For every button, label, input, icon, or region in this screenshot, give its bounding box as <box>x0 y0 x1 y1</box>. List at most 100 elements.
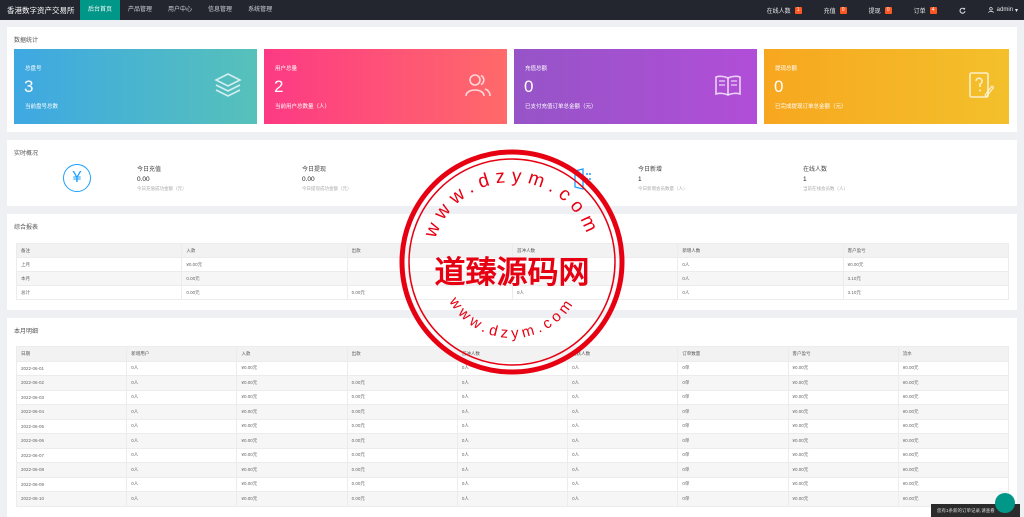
table-cell: 3.10元 <box>842 271 1010 286</box>
nav-info[interactable]: 信息管理 <box>200 0 240 20</box>
table-cell: 2022-06-09 <box>15 476 128 492</box>
detail-table: 日期 新增用户 入款 出款 首冲人数 活跃人数 订单数量 客户盈亏 流水 202… <box>15 346 1010 507</box>
table-cell: ¥0.00元 <box>236 433 348 449</box>
table-cell: ¥0.00元 <box>236 491 348 507</box>
table-cell: 0人 <box>126 360 238 376</box>
table-cell: 0.00元 <box>346 418 458 434</box>
table-cell: 0.00元 <box>181 285 348 300</box>
nav-products[interactable]: 产品管理 <box>120 0 160 20</box>
table-cell: ¥0.00元 <box>897 433 1010 449</box>
table-cell: 0单 <box>677 360 789 376</box>
orders-link[interactable]: 订单 4 <box>914 6 937 15</box>
today-withdraw-name: 今日提现 <box>302 167 327 173</box>
table-cell <box>511 257 679 272</box>
table-cell: 0单 <box>677 462 789 478</box>
table-cell: 0人 <box>677 257 844 272</box>
table-cell: 0人 <box>456 375 569 391</box>
live-overview-panel: 实时概况 ¥ 今日充值 0.00 今日充值成功金额（元） 今日提现 0.00 今… <box>7 140 1017 206</box>
stat-card-users[interactable]: 用户总量 2 当前用户总数量（人） <box>264 49 507 124</box>
table-cell: 0人 <box>567 433 679 449</box>
stats-panel: 数据统计 总盘号 3 当前盘号总数 用户总量 2 当前用户总数量（人） 充值总额… <box>7 27 1017 132</box>
recharge-label: 充值 <box>823 8 836 15</box>
user-icon <box>987 7 994 13</box>
table-cell: ¥0.00元 <box>236 418 348 434</box>
stat-label: 充值总额 <box>525 66 548 72</box>
online-users-badge: 1 <box>794 6 802 14</box>
today-recharge-desc: 今日充值成功金额（元） <box>137 186 187 191</box>
recharge-badge: 0 <box>839 6 847 14</box>
stat-desc: 已支付充值订单总金额（元） <box>525 104 597 110</box>
table-cell: 本月 <box>15 271 183 286</box>
chat-bubble-icon[interactable] <box>995 493 1015 513</box>
stat-card-withdraw[interactable]: 提现总额 0 已完成提现订单总金额（元） <box>764 49 1009 124</box>
table-cell: ¥0.00元 <box>236 462 348 478</box>
stat-card-plates[interactable]: 总盘号 3 当前盘号总数 <box>14 49 257 124</box>
yen-icon: ¥ <box>63 164 91 192</box>
table-cell <box>511 271 679 286</box>
table-cell: 0人 <box>126 404 238 420</box>
stats-title: 数据统计 <box>14 38 39 44</box>
table-cell: 0人 <box>456 447 569 463</box>
table-cell: 0人 <box>126 447 238 463</box>
stack-icon <box>214 73 242 97</box>
col-header: 首冲人数 <box>511 243 679 258</box>
col-header: 订单数量 <box>677 346 789 362</box>
today-withdraw-block: 今日提现 0.00 今日提现成功金额（元） <box>302 164 352 192</box>
table-cell: ¥0.00元 <box>787 389 899 405</box>
table-cell: 0人 <box>567 389 679 405</box>
table-cell: ¥0.00元 <box>897 476 1010 492</box>
table-cell: 0人 <box>126 433 238 449</box>
report-table: 备注 入款 出款 首冲人数 新增人数 客户盈亏 上月 ¥0.00元 0人 ¥0.… <box>15 243 1010 300</box>
member-icon <box>574 168 591 190</box>
col-header: 出款 <box>346 243 513 258</box>
col-header: 出款 <box>346 346 458 362</box>
col-header: 备注 <box>15 243 183 258</box>
stat-value: 0 <box>774 77 784 96</box>
table-cell: 0人 <box>126 418 238 434</box>
brand-title[interactable]: 香港数字资产交易所 <box>0 5 80 16</box>
online-users-link[interactable]: 在线人数 1 <box>767 6 802 15</box>
table-cell: 0.00元 <box>346 476 458 492</box>
table-cell: ¥0.00元 <box>897 389 1010 405</box>
table-cell: 0人 <box>456 389 569 405</box>
table-cell: 0.00元 <box>346 491 458 507</box>
orders-badge: 4 <box>929 6 937 14</box>
stat-value: 2 <box>274 77 284 96</box>
table-cell: 0单 <box>677 491 789 507</box>
table-row: 2022-06-01 0人 ¥0.00元 0人 0人 0单 ¥0.00元 ¥0.00元 <box>15 360 1010 376</box>
stat-card-recharge[interactable]: 充值总额 0 已支付充值订单总金额（元） <box>514 49 757 124</box>
question-icon <box>969 72 994 98</box>
col-header: 入款 <box>181 243 348 258</box>
nav-home[interactable]: 后台首页 <box>80 0 121 20</box>
table-cell: 0人 <box>511 285 679 300</box>
table-cell: 3.10元 <box>842 285 1010 300</box>
stat-value: 0 <box>524 77 534 96</box>
table-cell: 0人 <box>567 418 679 434</box>
online-name: 在线人数 <box>803 167 828 173</box>
stat-label: 提现总额 <box>775 66 798 72</box>
table-cell: 0.00元 <box>346 285 513 300</box>
refresh-button[interactable] <box>959 7 966 14</box>
table-cell: ¥0.00元 <box>897 462 1010 478</box>
nav-system[interactable]: 系统管理 <box>240 0 280 20</box>
withdraw-link[interactable]: 提现 0 <box>869 6 892 15</box>
table-cell: 2022-06-02 <box>15 375 128 391</box>
table-cell: ¥0.00元 <box>236 404 348 420</box>
orders-label: 订单 <box>913 8 926 15</box>
today-new-desc: 今日新增会员数量（人） <box>638 186 688 191</box>
table-cell: ¥0.00元 <box>897 360 1010 376</box>
user-menu[interactable]: admin ▾ <box>987 7 1018 14</box>
table-row: 2022-06-09 0人 ¥0.00元 0.00元 0人 0人 0单 ¥0.00元 ¥0.00… <box>15 476 1010 492</box>
col-header: 流水 <box>897 346 1010 362</box>
table-cell: 上月 <box>15 257 183 272</box>
recharge-link[interactable]: 充值 0 <box>824 6 847 15</box>
table-cell <box>346 271 513 286</box>
table-cell: 0人 <box>567 375 679 391</box>
table-cell: 0人 <box>456 491 569 507</box>
col-header: 日期 <box>15 346 128 362</box>
table-cell: ¥0.00元 <box>787 462 899 478</box>
table-cell: ¥0.00元 <box>787 360 899 376</box>
online-block: 在线人数 1 当前在线会员数（人） <box>803 164 848 192</box>
table-cell: 0.00元 <box>346 389 458 405</box>
nav-users[interactable]: 用户中心 <box>160 0 200 20</box>
